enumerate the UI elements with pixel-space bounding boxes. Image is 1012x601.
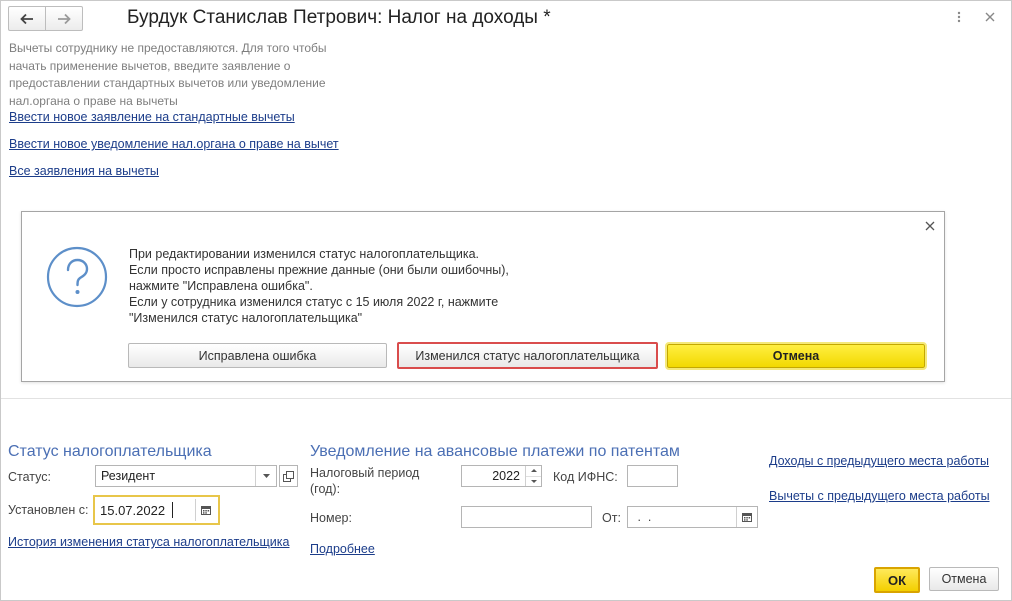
divider xyxy=(1,398,1011,399)
navigation-buttons xyxy=(8,6,83,31)
dialog-close-button[interactable] xyxy=(922,218,938,234)
status-label: Статус: xyxy=(8,470,51,484)
status-value: Резидент xyxy=(101,469,156,483)
year-increment-button[interactable] xyxy=(526,466,541,477)
new-standard-deduction-link[interactable]: Ввести новое заявление на стандартные вы… xyxy=(9,110,295,124)
close-icon xyxy=(985,12,995,22)
cancel-button[interactable]: Отмена xyxy=(929,567,999,591)
status-changed-button[interactable]: Изменился статус налогоплательщика xyxy=(397,342,658,369)
window-close-button[interactable] xyxy=(981,8,999,26)
number-field[interactable] xyxy=(461,506,592,528)
message-line: нажмите "Исправлена ошибка". xyxy=(129,279,313,293)
info-line: Вычеты сотруднику не предоставляются. Дл… xyxy=(9,41,327,55)
chevron-up-icon xyxy=(530,469,537,473)
patent-notice-heading: Уведомление на авансовые платежи по пате… xyxy=(310,443,680,460)
set-since-date-value: 15.07.2022 xyxy=(100,502,166,518)
from-date-field[interactable]: . . xyxy=(627,506,758,528)
calendar-button[interactable] xyxy=(195,499,216,521)
question-icon xyxy=(46,246,108,308)
open-form-icon xyxy=(283,470,294,482)
tax-period-year-value: 2022 xyxy=(492,469,520,483)
ok-button[interactable]: ОК xyxy=(874,567,920,593)
dropdown-button[interactable] xyxy=(255,466,276,486)
info-line: начать применение вычетов, введите заявл… xyxy=(9,58,291,73)
close-icon xyxy=(925,221,935,231)
info-line: нал.органа о праве на вычеты xyxy=(9,93,178,108)
year-stepper[interactable] xyxy=(525,466,541,486)
status-change-dialog: При редактировании изменился статус нало… xyxy=(21,211,945,382)
text-cursor xyxy=(172,502,173,518)
arrow-right-icon xyxy=(58,13,71,24)
message-line: "Изменился статус налогоплательщика" xyxy=(129,311,363,325)
arrow-left-icon xyxy=(20,13,33,24)
error-fixed-button[interactable]: Исправлена ошибка xyxy=(128,343,387,368)
tax-period-label: Налоговый период xyxy=(310,466,420,480)
income-previous-job-link[interactable]: Доходы с предыдущего места работы xyxy=(769,454,989,468)
new-notice-link[interactable]: Ввести новое уведомление нал.органа о пр… xyxy=(9,137,339,151)
tax-period-label-year: (год): xyxy=(310,482,341,496)
from-date-label: От: xyxy=(602,511,621,525)
window-title: Бурдук Станислав Петрович: Налог на дохо… xyxy=(127,7,551,28)
chevron-down-icon xyxy=(262,474,270,478)
forward-button[interactable] xyxy=(45,7,82,30)
message-line: При редактировании изменился статус нало… xyxy=(129,247,479,261)
ifns-code-label: Код ИФНС: xyxy=(553,470,618,484)
from-date-value: . . xyxy=(634,510,652,524)
deductions-info: Вычеты сотруднику не предоставляются. Дл… xyxy=(9,40,379,110)
number-label: Номер: xyxy=(310,511,352,525)
dialog-cancel-button[interactable]: Отмена xyxy=(665,342,927,370)
chevron-down-icon xyxy=(530,479,537,483)
set-since-date-field[interactable]: 15.07.2022 xyxy=(93,495,220,525)
details-link[interactable]: Подробнее xyxy=(310,542,375,556)
set-since-label: Установлен с: xyxy=(8,503,89,517)
calendar-button[interactable] xyxy=(736,507,757,527)
year-decrement-button[interactable] xyxy=(526,477,541,487)
more-vertical-icon xyxy=(957,11,961,23)
calendar-icon xyxy=(201,506,211,515)
tax-period-year-field[interactable]: 2022 xyxy=(461,465,542,487)
message-line: Если у сотрудника изменился статус с 15 … xyxy=(129,295,499,309)
all-deduction-applications-link[interactable]: Все заявления на вычеты xyxy=(9,164,159,178)
deductions-previous-job-link[interactable]: Вычеты с предыдущего места работы xyxy=(769,489,990,503)
info-line: предоставлении стандартных вычетов или у… xyxy=(9,76,326,90)
open-status-button[interactable] xyxy=(279,465,298,487)
more-button[interactable] xyxy=(950,8,968,26)
status-history-link[interactable]: История изменения статуса налогоплательщ… xyxy=(8,535,289,549)
taxpayer-status-heading: Статус налогоплательщика xyxy=(8,443,212,460)
message-line: Если просто исправлены прежние данные (о… xyxy=(129,263,509,277)
status-select[interactable]: Резидент xyxy=(95,465,277,487)
back-button[interactable] xyxy=(9,7,45,30)
calendar-icon xyxy=(742,513,752,522)
ifns-code-field[interactable] xyxy=(627,465,678,487)
dialog-message: При редактировании изменился статус нало… xyxy=(129,246,509,326)
